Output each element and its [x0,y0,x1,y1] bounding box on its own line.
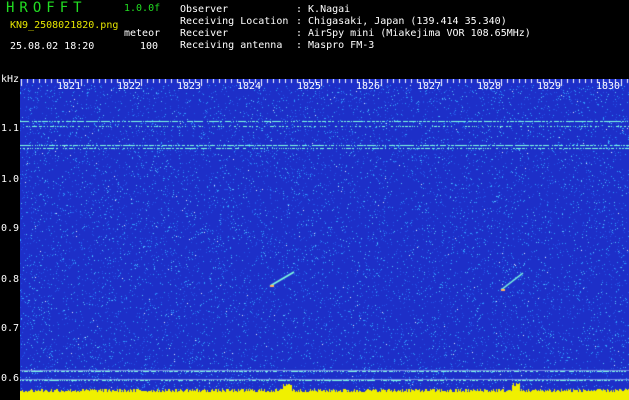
observer-label: Observer [180,4,229,15]
app-logo: HROFFT [6,0,87,16]
threshold-value: 100 [140,41,159,52]
y-tick-1-0: 1.0 [0,174,19,185]
x-tick-1826: 1826 [356,81,381,92]
observer-value: : K.Nagai [296,4,351,15]
x-tick-1822: 1822 [117,81,142,92]
spectrogram-display [20,79,629,400]
x-tick-1827: 1827 [417,81,442,92]
location-label: Receiving Location [180,16,289,27]
app-version: 1.0.0f [124,3,161,14]
antenna-value: : Maspro FM-3 [296,40,375,51]
antenna-label: Receiving antenna [180,40,283,51]
x-tick-1824: 1824 [237,81,262,92]
y-tick-0-6: 0.6 [0,373,19,384]
y-tick-1-1: 1.1 [0,123,19,134]
receiver-label: Receiver [180,28,229,39]
location-value: : Chigasaki, Japan (139.414 35.340) [296,16,507,27]
y-tick-0-7: 0.7 [0,323,19,334]
x-tick-1823: 1823 [177,81,202,92]
y-tick-0-8: 0.8 [0,274,19,285]
receiver-value: : AirSpy mini (Miakejima VOR 108.65MHz) [296,28,531,39]
x-tick-1829: 1829 [537,81,562,92]
x-tick-1828: 1828 [477,81,502,92]
axis-unit: kHz [1,74,20,85]
x-tick-1825: 1825 [297,81,322,92]
y-tick-0-9: 0.9 [0,223,19,234]
timestamp: 25.08.02 18:20 [10,41,95,52]
x-tick-1830: 1830 [596,81,621,92]
header-panel: HROFFT 1.0.0f KN9_2508021820.png meteor … [0,0,629,76]
file-name: KN9_2508021820.png [10,20,119,31]
mode-label: meteor [124,28,161,39]
x-tick-1821: 1821 [57,81,82,92]
